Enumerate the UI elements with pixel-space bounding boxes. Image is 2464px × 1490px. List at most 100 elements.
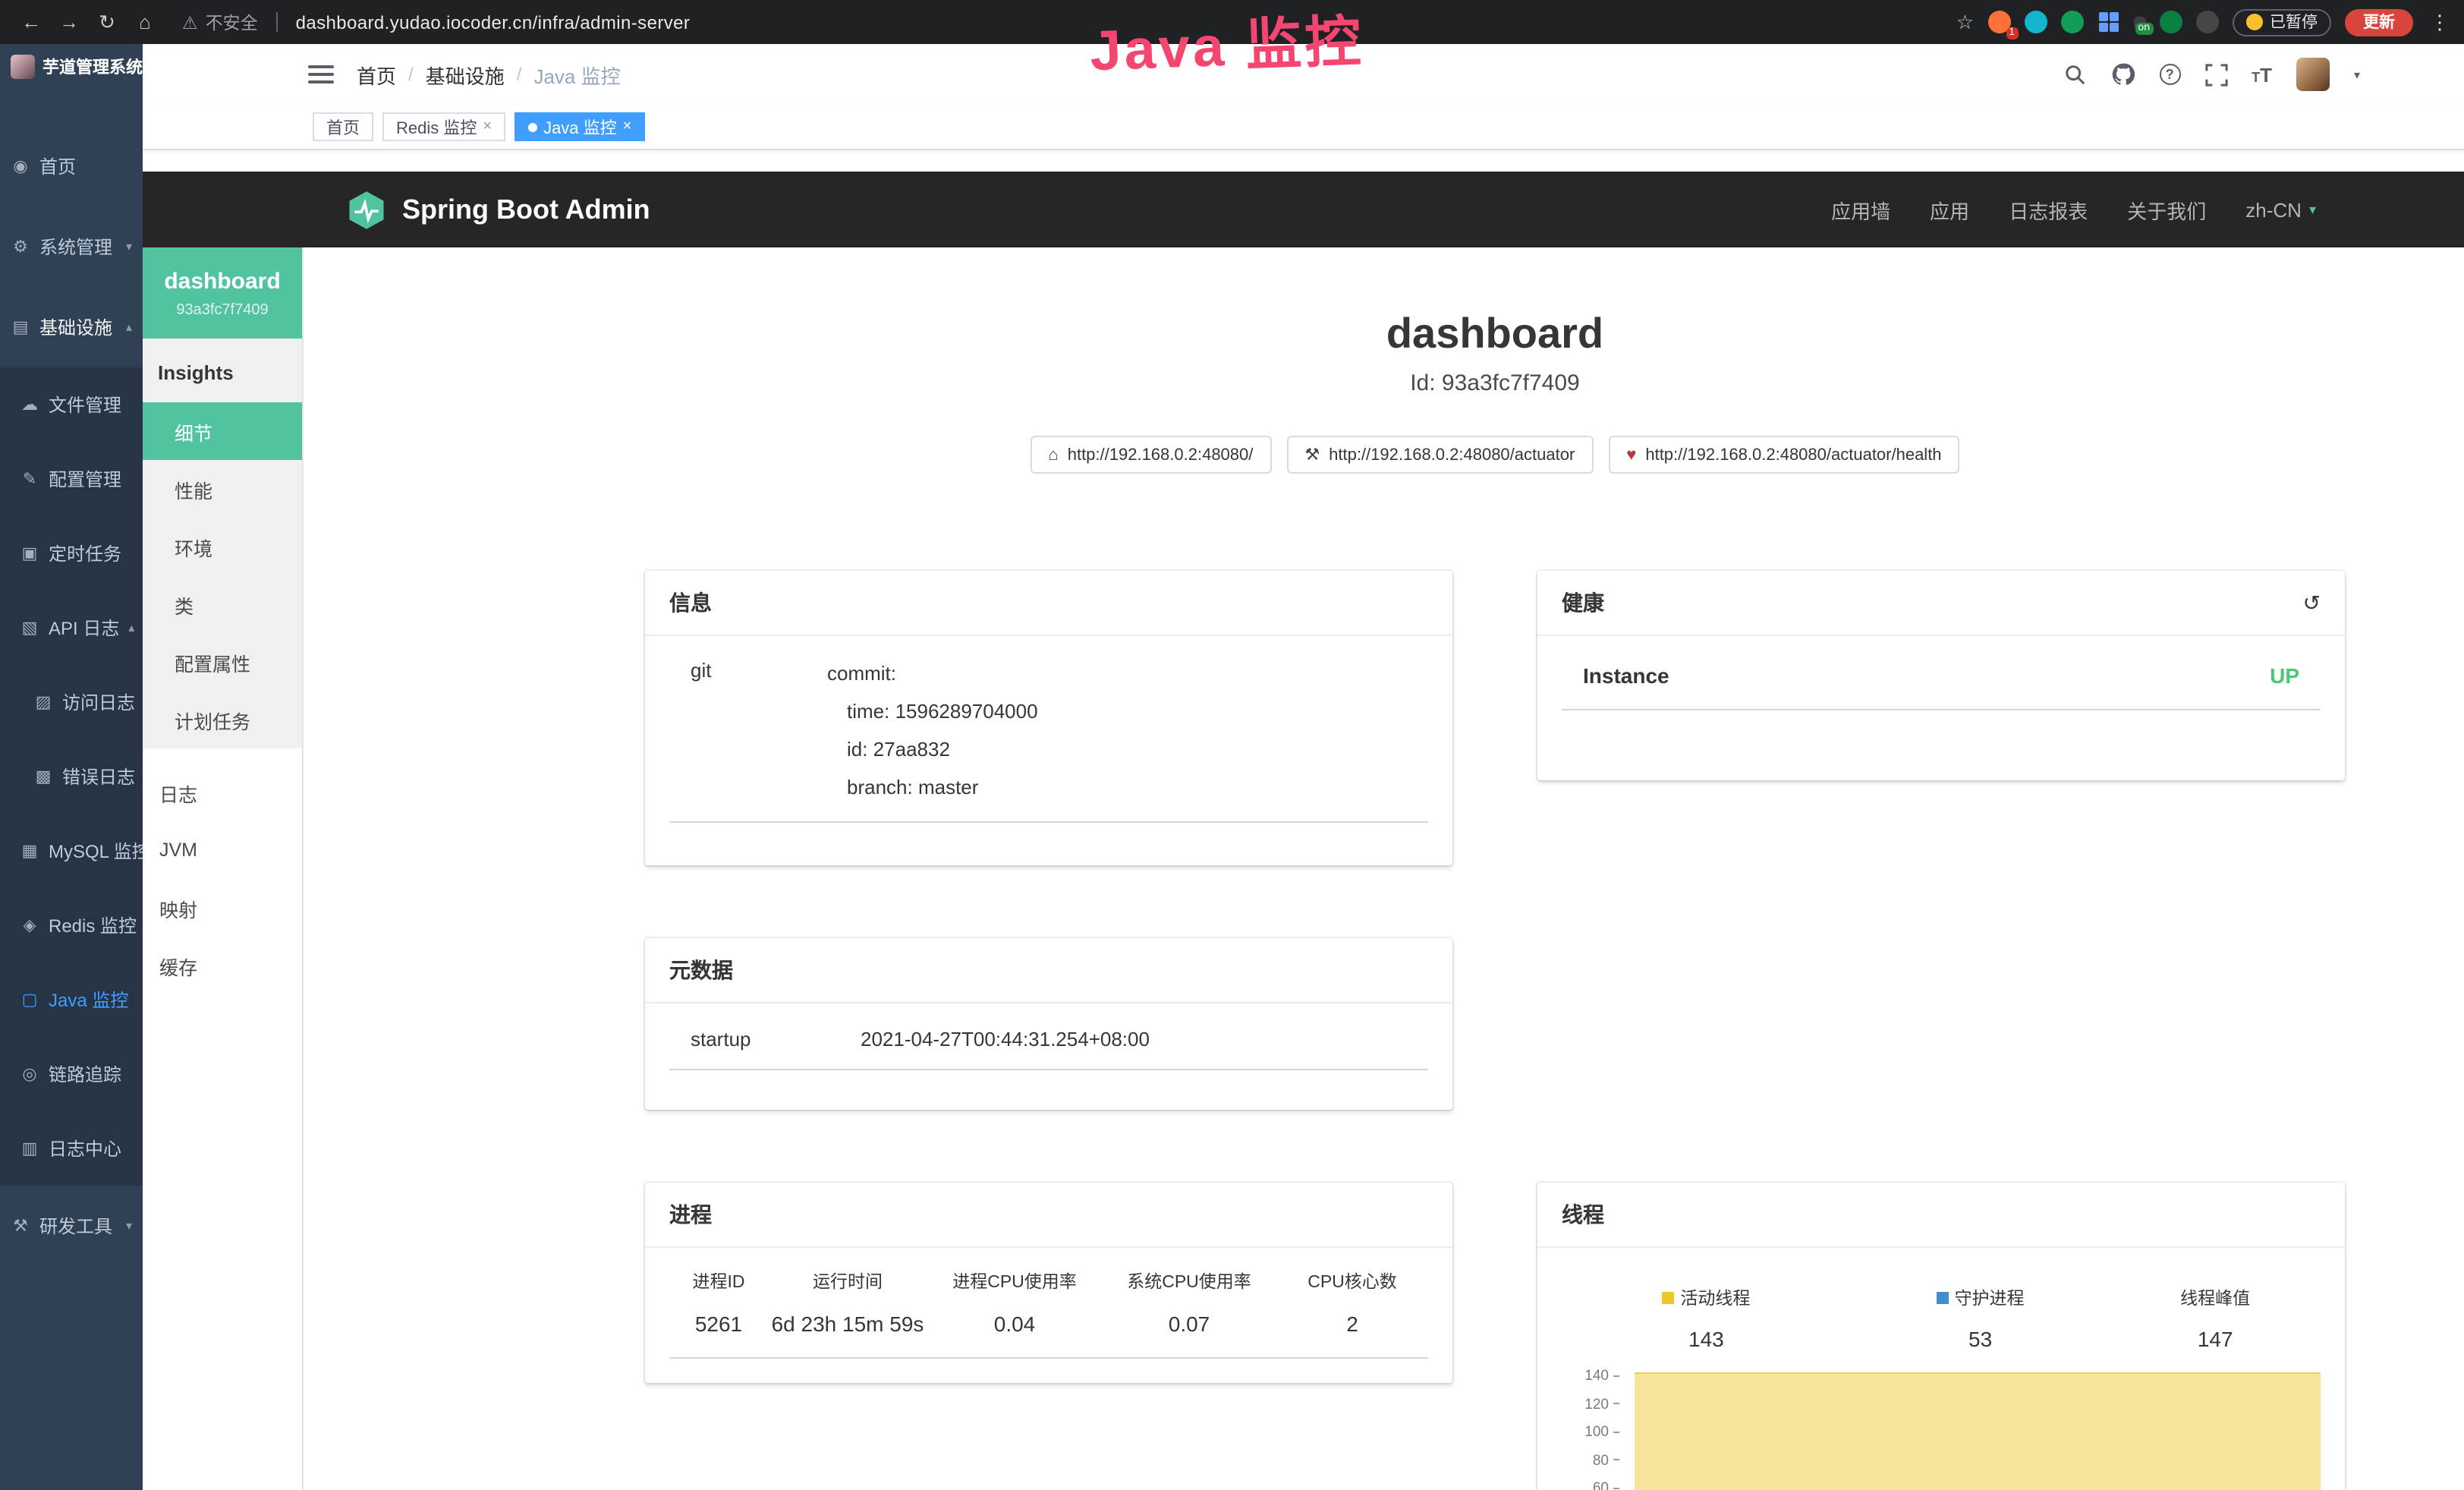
sidebar-item-system[interactable]: ⚙ 系统管理 ▾ [0,206,143,287]
avatar-caret-icon[interactable]: ▾ [2354,68,2360,81]
sidebar-item-devtools[interactable]: ⚒ 研发工具 ▾ [0,1186,143,1266]
info-card: 信息 git commit: time: 1596289704000 [645,571,1452,865]
sidebar-item-api-log[interactable]: ▧ API 日志 ▴ [0,591,143,665]
search-icon[interactable] [2063,63,2086,86]
process-col-process-cpu: 进程CPU使用率 0.04 [927,1269,1102,1336]
help-icon[interactable]: ? [2159,64,2180,85]
service-url-button[interactable]: ⌂ http://192.168.0.2:48080/ [1030,436,1271,474]
home-icon[interactable]: ⌂ [129,11,161,33]
github-icon[interactable] [2110,62,2135,87]
sba-item-configprops[interactable]: 配置属性 [143,633,302,691]
sidebar-item-access-log[interactable]: ▨ 访问日志 [0,665,143,739]
extension-icon-green-leaf[interactable] [2159,11,2182,33]
paused-chip[interactable]: 已暂停 [2232,8,2331,36]
breadcrumb-current: Java 监控 [533,60,620,89]
sba-item-jvm[interactable]: JVM [143,821,302,879]
breadcrumb-infra[interactable]: 基础设施 [426,60,505,89]
divider [276,12,278,32]
browser-menu-icon[interactable]: ⋮ [2430,10,2450,34]
history-icon[interactable]: ↺ [2303,587,2321,618]
sba-brand[interactable]: Spring Boot Admin [346,189,650,230]
process-col-cpu-cores: CPU核心数 2 [1276,1269,1428,1336]
address-bar[interactable]: dashboard.yudao.iocoder.cn/infra/admin-s… [296,11,691,33]
actuator-url-button[interactable]: ⚒ http://192.168.0.2:48080/actuator [1286,436,1593,474]
close-icon[interactable]: × [483,118,492,135]
extension-icon-blue-grid[interactable] [2097,11,2119,33]
close-icon[interactable]: × [623,118,632,135]
insights-group: Insights 细节 性能 环境 类 配置属性 计划任务 [143,339,302,748]
sidebar-item-config-manage[interactable]: ✎ 配置管理 [0,442,143,516]
process-col-system-cpu: 系统CPU使用率 0.07 [1102,1269,1276,1336]
extension-icon-green-circle[interactable] [2060,11,2083,33]
fullscreen-icon[interactable] [2204,63,2227,86]
log-icon: ▧ [20,618,39,638]
security-chip[interactable]: ⚠ 不安全 [182,10,258,34]
update-button[interactable]: 更新 [2345,8,2413,36]
logo-image [11,55,35,79]
health-card: 健康 ↺ Instance UP [1537,571,2345,780]
sidebar-item-mysql-monitor[interactable]: ▦ MySQL 监控 [0,814,143,888]
sba-item-logfile[interactable]: 日志 [143,764,302,821]
sba-item-details[interactable]: 细节 [143,402,302,460]
hamburger-icon[interactable] [308,65,334,83]
sba-item-metrics[interactable]: 性能 [143,460,302,518]
health-url-button[interactable]: ♥ http://192.168.0.2:48080/actuator/heal… [1608,436,1959,474]
breadcrumb-separator: / [517,64,522,85]
sba-item-scheduled-tasks[interactable]: 计划任务 [143,691,302,748]
chevron-down-icon: ▾ [2309,201,2316,218]
sidebar-item-redis-monitor[interactable]: ◈ Redis 监控 [0,888,143,962]
sba-item-caches[interactable]: 缓存 [143,937,302,994]
sidebar-item-java-monitor[interactable]: ▢ Java 监控 [0,962,143,1037]
extension-icon-dark[interactable] [2195,11,2218,33]
threads-card-title: 线程 [1537,1183,2345,1248]
nav-journal[interactable]: 日志报表 [2009,195,2088,224]
sidebar-item-home[interactable]: ◉ 首页 [0,126,143,206]
active-dot [528,122,537,131]
back-icon[interactable]: ← [15,11,47,33]
sba-item-classes[interactable]: 类 [143,575,302,633]
locale-select[interactable]: zh-CN ▾ [2245,198,2316,221]
infrastructure-submenu: ☁ 文件管理 ✎ 配置管理 ▣ 定时任务 ▧ API 日志 ▴ [0,367,143,1186]
sba-nav: 应用墙 应用 日志报表 关于我们 zh-CN ▾ [1831,195,2316,224]
forward-icon[interactable]: → [53,11,85,33]
threads-card-body: 活动线程 143 守护进程 53 [1537,1248,2345,1490]
y-tick: 100 [1550,1425,1619,1441]
admin-menu: ◉ 首页 ⚙ 系统管理 ▾ ▤ 基础设施 ▴ ☁ 文件管理 [0,90,143,1266]
instance-id: 93a3fc7f7409 [149,302,296,319]
app-logo[interactable]: 芋道管理系统 [0,44,143,90]
avatar[interactable] [2296,58,2330,91]
instance-header: dashboard 93a3fc7f7409 [143,247,302,339]
nav-applications[interactable]: 应用 [1930,195,1969,224]
breadcrumb-home[interactable]: 首页 [357,60,396,89]
chevron-down-icon: ▾ [126,240,132,254]
font-size-icon[interactable]: TT [2252,63,2272,86]
bookmark-star-icon[interactable]: ☆ [1956,10,1974,34]
health-card-body: Instance UP [1537,636,2345,780]
tab-home[interactable]: 首页 [313,112,373,141]
sidebar-item-infrastructure[interactable]: ▤ 基础设施 ▴ [0,287,143,367]
security-label: 不安全 [206,10,258,34]
sba-sidebar: dashboard 93a3fc7f7409 Insights 细节 性能 环境… [143,247,304,1490]
gear-icon: ⚙ [11,237,30,257]
extension-icon-orange[interactable]: 1 [1987,11,2010,33]
status-badge: UP [2270,663,2299,688]
metadata-card-body: startup 2021-04-27T00:44:31.254+08:00 [645,1003,1452,1110]
nav-about[interactable]: 关于我们 [2127,195,2206,224]
sidebar-item-error-log[interactable]: ▩ 错误日志 [0,739,143,814]
sba-content: dashboard Id: 93a3fc7f7409 ⌂ http://192.… [304,247,2464,1490]
sba-item-mappings[interactable]: 映射 [143,879,302,937]
sidebar-item-file-manage[interactable]: ☁ 文件管理 [0,367,143,442]
sba-item-environment[interactable]: 环境 [143,518,302,575]
process-card-body: 进程ID 5261 运行时间 6d 23h 15m 59s [645,1248,1452,1383]
sidebar-item-scheduled-job[interactable]: ▣ 定时任务 [0,516,143,591]
live-threads-area [1635,1372,2321,1490]
tab-redis-monitor[interactable]: Redis 监控 × [382,112,505,141]
sidebar-item-log-center[interactable]: ▥ 日志中心 [0,1111,143,1186]
y-tick: 60 [1550,1482,1619,1490]
tab-java-monitor[interactable]: Java 监控 × [515,112,645,141]
extension-icon-proxy[interactable]: on [2133,16,2145,28]
extension-icon-teal-drop[interactable] [2024,11,2047,33]
nav-wallboard[interactable]: 应用墙 [1831,195,1890,224]
reload-icon[interactable]: ↻ [91,10,123,34]
sidebar-item-trace[interactable]: ◎ 链路追踪 [0,1037,143,1111]
